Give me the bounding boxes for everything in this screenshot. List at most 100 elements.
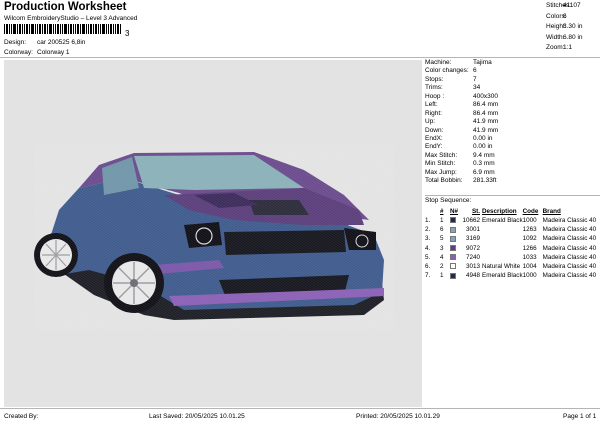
property-label: EndX: — [425, 134, 443, 142]
stop-sequence-row: 7. 1 4948 Emerald Black 1000 Madeira Classic … — [425, 271, 600, 280]
footer-divider — [0, 408, 600, 409]
stitch-count: 3013 — [465, 263, 480, 271]
stat-value: 3.30 in — [563, 23, 583, 30]
thread-brand: Madeira Classic 40 — [542, 244, 597, 252]
property-label: Min Stitch: — [425, 160, 456, 168]
property-row: Trims: 34 — [425, 84, 600, 92]
property-label: Up: — [425, 118, 436, 126]
stat-colors: Colors: 6 — [546, 12, 600, 23]
last-saved: Last Saved: 20/05/2025 10.01.25 — [149, 413, 245, 420]
property-value: 7 — [473, 75, 477, 83]
thread-brand: Madeira Classic 40 — [542, 272, 597, 280]
thread-swatch — [450, 271, 460, 280]
thread-code: 1266 — [522, 244, 537, 252]
stitch-count: 7240 — [465, 253, 480, 261]
stop-sequence-row: 5. 4 7240 1033 Madeira Classic 40 — [425, 253, 600, 262]
property-row: EndX: 0.00 in — [425, 135, 600, 143]
property-label: EndY: — [425, 143, 443, 151]
property-row: Min Stitch: 0.3 mm — [425, 160, 600, 168]
thread-code: 1092 — [522, 235, 537, 243]
stat-stitches: Stitches: 41107 — [546, 1, 600, 12]
needle-number: 4 — [440, 253, 444, 261]
stop-index: 7. — [425, 272, 431, 280]
stop-sequence-heading: Stop Sequence: — [425, 197, 472, 204]
property-value: 86.4 mm — [473, 101, 499, 109]
stop-sequence-row: 4. 3 9072 1266 Madeira Classic 40 — [425, 244, 600, 253]
property-row: EndY: 0.00 in — [425, 143, 600, 151]
property-value: 281.33ft — [473, 177, 497, 185]
thread-swatch — [450, 225, 460, 234]
design-stats: Stitches: 41107 Colors: 6 Height: 3.30 in W… — [546, 1, 600, 54]
colorway-label: Colorway: — [4, 49, 33, 56]
property-label: Max Stitch: — [425, 151, 458, 159]
thread-description — [482, 234, 523, 243]
stat-label: Zoom: — [546, 44, 565, 51]
property-row: Left: 86.4 mm — [425, 101, 600, 109]
machine-properties: Machine: Tajima Color changes: 6 Stops: 7 T… — [425, 59, 600, 186]
thread-brand: Madeira Classic 40 — [542, 235, 597, 243]
stop-index: 1. — [425, 217, 431, 225]
design-preview — [4, 60, 422, 407]
property-value: 0.3 mm — [473, 160, 495, 168]
property-label: Hoop : — [425, 92, 445, 100]
design-value: car 200525 6,8in — [37, 39, 86, 46]
property-value: 34 — [473, 84, 481, 92]
needle-number: 5 — [440, 235, 444, 243]
thread-brand: Madeira Classic 40 — [542, 253, 597, 261]
stop-sequence-header-row: # N# St. Description Code Brand — [425, 207, 600, 216]
stat-zoom: Zoom: 1:1 — [546, 43, 600, 54]
stop-sequence-table: # N# St. Description Code Brand 1. 1 10662… — [425, 207, 600, 280]
thread-description: Emerald Black — [482, 272, 523, 280]
column-n: # — [440, 208, 444, 215]
property-value: 0.00 in — [473, 134, 493, 142]
thread-code: 1000 — [522, 272, 537, 280]
color-swatch — [450, 272, 456, 279]
property-label: Stops: — [425, 75, 444, 83]
stop-index: 5. — [425, 253, 431, 261]
column-code: Code — [522, 208, 539, 215]
design-barcode: 3 — [4, 24, 130, 38]
property-label: Down: — [425, 126, 444, 134]
stop-index: 3. — [425, 235, 431, 243]
property-value: 41.9 mm — [473, 118, 499, 126]
property-row: Total Bobbin: 281.33ft — [425, 177, 600, 185]
property-row: Stops: 7 — [425, 76, 600, 84]
color-swatch — [450, 254, 456, 261]
thread-description — [482, 244, 523, 253]
stat-value: 41107 — [563, 2, 581, 9]
thread-description: Emerald Black — [482, 217, 523, 225]
property-row: Up: 41.9 mm — [425, 118, 600, 126]
thread-swatch — [450, 262, 460, 271]
stop-index: 6. — [425, 263, 431, 271]
stat-label: Width: — [546, 33, 565, 41]
car-embroidery-image — [34, 145, 394, 330]
stitch-count: 3169 — [465, 235, 480, 243]
property-value: 0.00 in — [473, 143, 493, 151]
stat-height: Height: 3.30 in — [546, 22, 600, 33]
property-row: Down: 41.9 mm — [425, 127, 600, 135]
property-value: 9.4 mm — [473, 151, 495, 159]
property-row: Right: 86.4 mm — [425, 110, 600, 118]
stop-index: 2. — [425, 226, 431, 234]
stat-value: 1:1 — [563, 44, 573, 51]
colorway-value: Colorway 1 — [37, 49, 70, 56]
column-num: N# — [450, 208, 459, 215]
property-label: Total Bobbin: — [425, 177, 463, 185]
footer: Created By: Last Saved: 20/05/2025 10.01… — [0, 410, 600, 424]
property-value: 86.4 mm — [473, 109, 499, 117]
stop-sequence: Stop Sequence: # N# St. Description Code… — [425, 196, 600, 280]
property-label: Max Jump: — [425, 168, 457, 176]
needle-number: 2 — [440, 263, 444, 271]
needle-number: 1 — [440, 217, 444, 225]
thread-code: 1263 — [522, 226, 537, 234]
needle-number: 3 — [440, 244, 444, 252]
thread-brand: Madeira Classic 40 — [542, 263, 597, 271]
thread-brand: Madeira Classic 40 — [542, 217, 597, 225]
thread-brand: Madeira Classic 40 — [542, 226, 597, 234]
property-row: Max Stitch: 9.4 mm — [425, 152, 600, 160]
stat-label: Colors: — [546, 12, 567, 20]
stat-width: Width: 6.80 in — [546, 33, 600, 44]
stop-sequence-row: 2. 6 3001 1263 Madeira Classic 40 — [425, 225, 600, 234]
thread-swatch — [450, 253, 460, 262]
property-value: 6.9 mm — [473, 168, 495, 176]
